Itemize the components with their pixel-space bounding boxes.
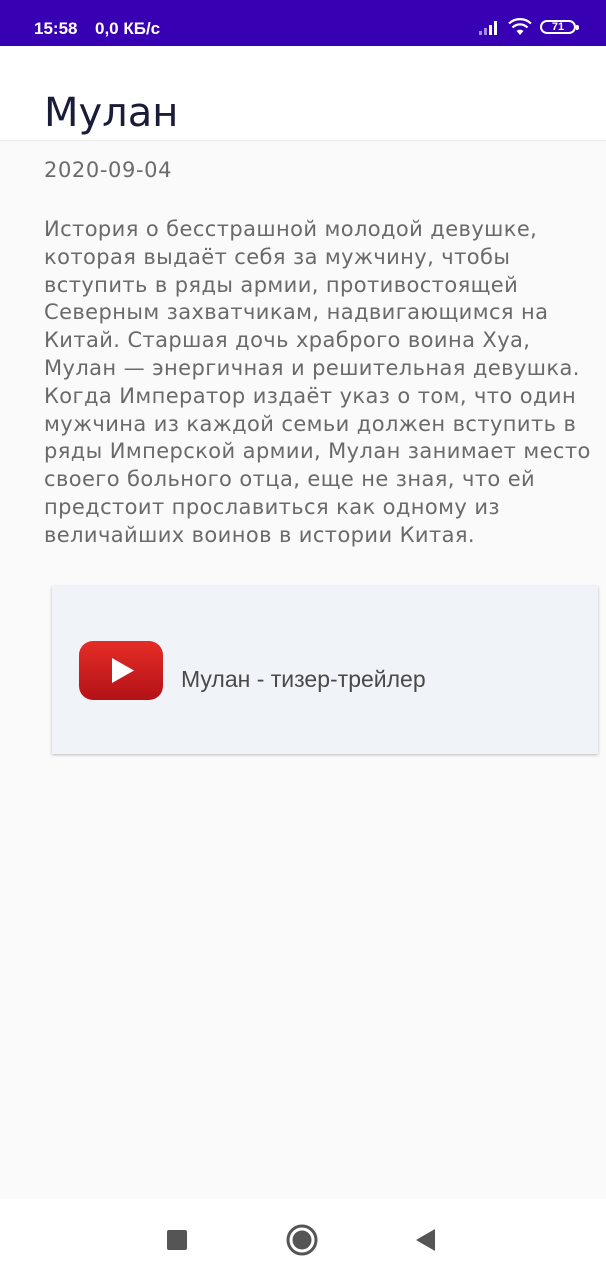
status-icons: 71: [478, 18, 579, 36]
youtube-icon: [79, 641, 163, 700]
page-title: Мулан: [44, 90, 179, 136]
video-card[interactable]: Мулан - тизер-трейлер: [52, 586, 598, 754]
status-bar: 15:58 0,0 КБ/с 71: [0, 0, 606, 46]
network-speed: 0,0 КБ/с: [95, 19, 161, 38]
recents-square-icon[interactable]: [166, 1229, 188, 1251]
battery-icon: 71: [540, 20, 579, 34]
signal-icon: [479, 21, 497, 35]
app-header: Мулан: [0, 46, 606, 141]
release-date: 2020-09-04: [44, 158, 173, 182]
status-time: 15:58: [34, 19, 78, 38]
back-triangle-icon[interactable]: [414, 1228, 438, 1252]
movie-description: История о бесстрашной молодой девушке, к…: [44, 217, 591, 547]
wifi-icon: [508, 18, 532, 35]
home-circle-icon[interactable]: [286, 1224, 318, 1256]
video-title: Мулан - тизер-трейлер: [181, 666, 426, 692]
navigation-bar: [0, 1199, 606, 1280]
battery-level: 71: [551, 20, 565, 33]
